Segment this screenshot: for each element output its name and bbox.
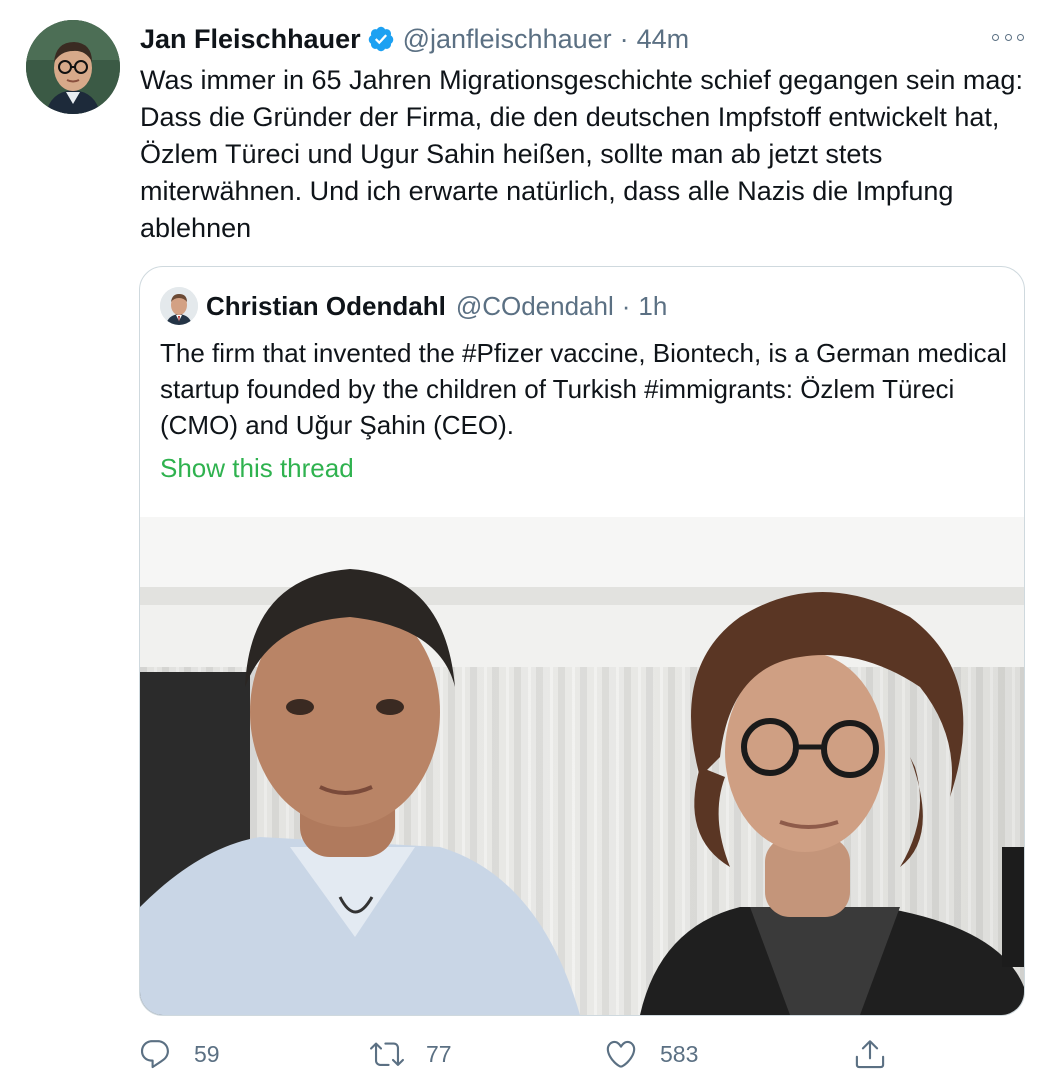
quoted-author-name[interactable]: Christian Odendahl	[206, 291, 446, 322]
more-dot	[992, 33, 999, 41]
more-dot	[1017, 33, 1024, 41]
author-handle[interactable]: @janfleischhauer	[403, 24, 612, 55]
like-button[interactable]: 583	[604, 1032, 698, 1076]
tweet-text: Was immer in 65 Jahren Migrationsgeschic…	[140, 65, 1023, 243]
tweet-actions-bar: 59 77 583	[138, 1032, 898, 1076]
quoted-author-avatar[interactable]	[160, 287, 198, 325]
author-avatar[interactable]	[26, 20, 120, 114]
quoted-tweet-card[interactable]: Christian Odendahl @COdendahl · 1h The f…	[139, 266, 1025, 1016]
verified-badge-icon	[368, 26, 393, 52]
more-dot	[1004, 33, 1012, 41]
share-button[interactable]	[853, 1032, 887, 1076]
tweet-time[interactable]: 44m	[637, 24, 690, 55]
quoted-tweet-text: The firm that invented the #Pfizer vacci…	[160, 338, 1007, 440]
header-separator: ·	[619, 23, 629, 54]
tweet-header: Jan Fleischhauer @janfleischhauer · 44m	[140, 20, 689, 58]
reply-button[interactable]: 59	[138, 1032, 220, 1076]
quoted-avatar-image	[160, 287, 198, 325]
retweet-button[interactable]: 77	[370, 1032, 452, 1076]
share-icon	[855, 1040, 885, 1069]
author-avatar-image	[26, 20, 120, 114]
quoted-header-separator: ·	[621, 290, 631, 321]
show-thread-link[interactable]: Show this thread	[160, 453, 354, 484]
author-name[interactable]: Jan Fleischhauer	[140, 24, 361, 55]
like-icon	[606, 1040, 636, 1068]
retweet-icon	[370, 1042, 404, 1066]
quoted-tweet-header: Christian Odendahl @COdendahl · 1h	[206, 287, 667, 325]
quoted-author-handle[interactable]: @COdendahl	[456, 291, 614, 322]
reply-count: 59	[194, 1040, 220, 1067]
retweet-count: 77	[426, 1040, 452, 1067]
quoted-tweet-photo[interactable]	[140, 517, 1024, 1015]
more-options-icon[interactable]	[992, 30, 1024, 44]
reply-icon	[140, 1040, 169, 1069]
quoted-tweet-time[interactable]: 1h	[638, 291, 667, 322]
like-count: 583	[660, 1040, 699, 1067]
